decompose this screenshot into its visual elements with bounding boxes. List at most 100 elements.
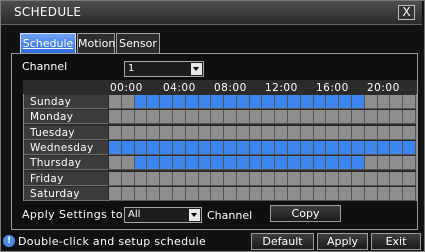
schedule-cell[interactable] [236,125,250,140]
schedule-cell[interactable] [326,156,340,171]
schedule-cell[interactable] [249,95,263,109]
schedule-cell[interactable] [339,186,352,201]
schedule-cell[interactable] [185,110,199,125]
schedule-cell[interactable] [185,95,199,109]
schedule-cell[interactable] [377,156,391,171]
schedule-cell[interactable] [185,171,199,186]
schedule-cell[interactable] [326,110,340,125]
schedule-cell[interactable] [109,140,122,155]
schedule-cell[interactable] [262,110,276,125]
schedule-cell[interactable] [185,125,199,140]
schedule-cell[interactable] [198,95,212,109]
schedule-cell[interactable] [339,156,352,171]
schedule-cell[interactable] [172,95,186,109]
schedule-cell[interactable] [390,95,404,109]
schedule-cell[interactable] [147,171,161,186]
schedule-cell[interactable] [224,95,237,109]
schedule-cell[interactable] [364,171,378,186]
schedule-cell[interactable] [288,156,301,171]
schedule-cell[interactable] [236,95,250,109]
schedule-cell[interactable] [403,95,416,109]
schedule-cell[interactable] [262,171,276,186]
schedule-cell[interactable] [275,186,289,201]
schedule-cell[interactable] [147,110,161,125]
schedule-cell[interactable] [326,95,340,109]
schedule-cell[interactable] [377,140,391,155]
schedule-cell[interactable] [147,186,161,201]
schedule-cell[interactable] [224,140,237,155]
schedule-cell[interactable] [224,186,237,201]
schedule-cell[interactable] [224,171,237,186]
schedule-cell[interactable] [390,156,404,171]
schedule-cell[interactable] [352,186,365,201]
copy-button[interactable]: Copy [270,205,341,222]
tab-schedule[interactable]: Schedule [20,33,76,54]
schedule-cell[interactable] [172,186,186,201]
schedule-cell[interactable] [313,110,327,125]
schedule-cell[interactable] [403,186,416,201]
schedule-cell[interactable] [403,171,416,186]
schedule-cell[interactable] [364,186,378,201]
schedule-cell[interactable] [326,186,340,201]
schedule-cell[interactable] [326,140,340,155]
schedule-cell[interactable] [134,171,148,186]
schedule-cell[interactable] [275,125,289,140]
schedule-cell[interactable] [339,110,352,125]
schedule-cell[interactable] [211,110,225,125]
schedule-cell[interactable] [121,125,135,140]
schedule-cell[interactable] [377,95,391,109]
schedule-cell[interactable] [211,95,225,109]
schedule-cell[interactable] [300,156,314,171]
default-button[interactable]: Default [251,233,314,250]
schedule-cell[interactable] [198,140,212,155]
schedule-cell[interactable] [300,140,314,155]
close-button[interactable]: X [398,5,415,20]
schedule-cell[interactable] [185,140,199,155]
tab-sensor[interactable]: Sensor [116,33,160,54]
channel-select[interactable]: 1 [124,61,204,77]
schedule-cell[interactable] [403,140,416,155]
schedule-cell[interactable] [160,140,173,155]
schedule-cell[interactable] [352,171,365,186]
schedule-cell[interactable] [313,95,327,109]
schedule-cell[interactable] [236,171,250,186]
schedule-cell[interactable] [109,171,122,186]
schedule-cell[interactable] [275,156,289,171]
schedule-row-monday[interactable] [109,110,416,125]
schedule-cell[interactable] [134,125,148,140]
schedule-cell[interactable] [134,95,148,109]
schedule-cell[interactable] [249,186,263,201]
schedule-cell[interactable] [109,95,122,109]
schedule-cell[interactable] [236,140,250,155]
schedule-cell[interactable] [147,140,161,155]
schedule-cell[interactable] [172,110,186,125]
schedule-cell[interactable] [147,156,161,171]
apply-to-select[interactable]: All [124,207,202,223]
schedule-cell[interactable] [377,125,391,140]
schedule-cell[interactable] [352,110,365,125]
schedule-cell[interactable] [134,140,148,155]
schedule-cell[interactable] [300,171,314,186]
schedule-cell[interactable] [339,171,352,186]
schedule-cell[interactable] [109,125,122,140]
schedule-cell[interactable] [352,156,365,171]
schedule-cell[interactable] [352,95,365,109]
schedule-cell[interactable] [172,125,186,140]
schedule-row-saturday[interactable] [109,186,416,201]
schedule-cell[interactable] [390,186,404,201]
schedule-cell[interactable] [185,186,199,201]
schedule-cell[interactable] [403,156,416,171]
schedule-cell[interactable] [352,125,365,140]
schedule-cell[interactable] [275,171,289,186]
schedule-cell[interactable] [198,156,212,171]
schedule-cell[interactable] [121,110,135,125]
apply-button[interactable]: Apply [317,233,368,250]
schedule-cell[interactable] [288,110,301,125]
schedule-cell[interactable] [288,95,301,109]
schedule-cell[interactable] [364,110,378,125]
schedule-cell[interactable] [236,110,250,125]
schedule-cell[interactable] [364,156,378,171]
schedule-cell[interactable] [288,186,301,201]
schedule-row-friday[interactable] [109,171,416,186]
schedule-cell[interactable] [326,125,340,140]
